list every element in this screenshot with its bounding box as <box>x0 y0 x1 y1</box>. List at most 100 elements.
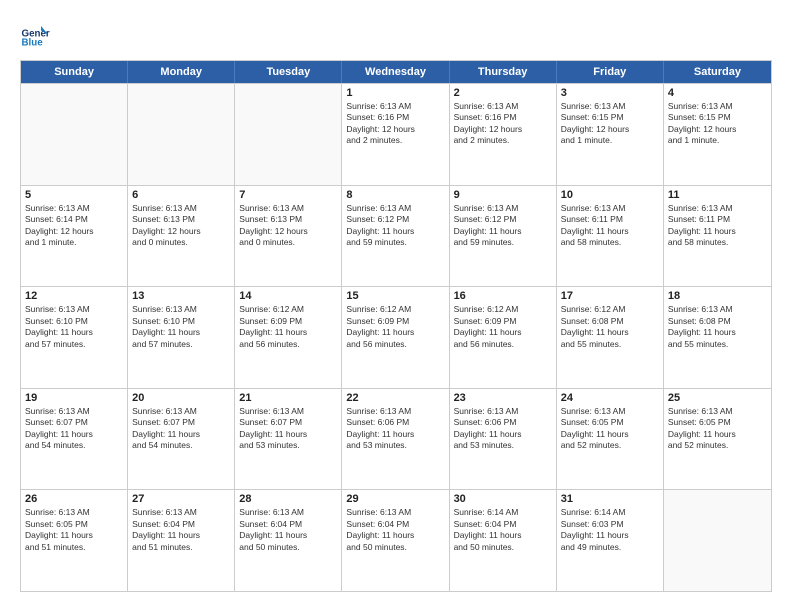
cell-info: Sunrise: 6:13 AM Sunset: 6:10 PM Dayligh… <box>132 304 230 350</box>
day-number: 25 <box>668 392 767 404</box>
day-number: 23 <box>454 392 552 404</box>
calendar-cell: 4Sunrise: 6:13 AM Sunset: 6:15 PM Daylig… <box>664 84 771 185</box>
calendar-cell: 25 Sunrise: 6:13 AM Sunset: 6:05 PM Dayli… <box>664 389 771 490</box>
cell-info: Sunrise: 6:13 AM Sunset: 6:05 PM Dayligh… <box>561 406 659 452</box>
weekday-header-thursday: Thursday <box>450 61 557 83</box>
calendar-cell <box>664 490 771 591</box>
cell-info: Sunrise: 6:13 AM Sunset: 6:11 PM Dayligh… <box>561 203 659 249</box>
calendar-row-1: 1 Sunrise: 6:13 AM Sunset: 6:16 PM Daylig… <box>21 83 771 185</box>
day-number: 8 <box>346 189 444 201</box>
cell-info: Sunrise: 6:13 AM Sunset: 6:13 PM Dayligh… <box>239 203 337 249</box>
day-number: 17 <box>561 290 659 302</box>
cell-info: Sunrise: 6:13 AM Sunset: 6:04 PM Dayligh… <box>346 507 444 553</box>
calendar-row-3: 12 Sunrise: 6:13 AM Sunset: 6:10 PM Dayli… <box>21 286 771 388</box>
weekday-header-tuesday: Tuesday <box>235 61 342 83</box>
cell-info: Sunrise: 6:13 AM Sunset: 6:04 PM Dayligh… <box>132 507 230 553</box>
day-number: 21 <box>239 392 337 404</box>
cell-info: Sunrise: 6:13 AM Sunset: 6:04 PM Dayligh… <box>239 507 337 553</box>
calendar-cell: 13 Sunrise: 6:13 AM Sunset: 6:10 PM Dayli… <box>128 287 235 388</box>
day-number: 26 <box>25 493 123 505</box>
cell-info: Sunrise: 6:13 AM Sunset: 6:07 PM Dayligh… <box>239 406 337 452</box>
cell-info: Sunrise: 6:13 AM Sunset: 6:06 PM Dayligh… <box>346 406 444 452</box>
calendar-cell: 17 Sunrise: 6:12 AM Sunset: 6:08 PM Dayli… <box>557 287 664 388</box>
day-number: 20 <box>132 392 230 404</box>
cell-info: Sunrise: 6:13 AM Sunset: 6:05 PM Dayligh… <box>668 406 767 452</box>
day-number: 13 <box>132 290 230 302</box>
calendar-cell: 15 Sunrise: 6:12 AM Sunset: 6:09 PM Dayli… <box>342 287 449 388</box>
day-number: 7 <box>239 189 337 201</box>
svg-text:Blue: Blue <box>22 38 44 49</box>
calendar-cell <box>128 84 235 185</box>
calendar-body: 1 Sunrise: 6:13 AM Sunset: 6:16 PM Daylig… <box>21 83 771 591</box>
day-number: 27 <box>132 493 230 505</box>
calendar-cell: 18 Sunrise: 6:13 AM Sunset: 6:08 PM Dayli… <box>664 287 771 388</box>
calendar-cell <box>235 84 342 185</box>
cell-info: Sunrise: 6:13 AM Sunset: 6:16 PM Dayligh… <box>454 101 552 147</box>
cell-info: Sunrise: 6:14 AM Sunset: 6:04 PM Dayligh… <box>454 507 552 553</box>
weekday-header-monday: Monday <box>128 61 235 83</box>
day-number: 5 <box>25 189 123 201</box>
day-number: 1 <box>346 87 444 99</box>
calendar-cell: 1 Sunrise: 6:13 AM Sunset: 6:16 PM Daylig… <box>342 84 449 185</box>
cell-info: Sunrise: 6:14 AM Sunset: 6:03 PM Dayligh… <box>561 507 659 553</box>
calendar-row-2: 5Sunrise: 6:13 AM Sunset: 6:14 PM Daylig… <box>21 185 771 287</box>
logo-icon: General Blue <box>20 20 50 50</box>
cell-info: Sunrise: 6:13 AM Sunset: 6:06 PM Dayligh… <box>454 406 552 452</box>
weekday-header-wednesday: Wednesday <box>342 61 449 83</box>
calendar-cell: 31 Sunrise: 6:14 AM Sunset: 6:03 PM Dayli… <box>557 490 664 591</box>
cell-info: Sunrise: 6:13 AM Sunset: 6:16 PM Dayligh… <box>346 101 444 147</box>
calendar-cell: 30Sunrise: 6:14 AM Sunset: 6:04 PM Dayli… <box>450 490 557 591</box>
calendar-cell: 8Sunrise: 6:13 AM Sunset: 6:12 PM Daylig… <box>342 186 449 287</box>
calendar-cell: 26Sunrise: 6:13 AM Sunset: 6:05 PM Dayli… <box>21 490 128 591</box>
day-number: 15 <box>346 290 444 302</box>
day-number: 3 <box>561 87 659 99</box>
calendar-cell: 7 Sunrise: 6:13 AM Sunset: 6:13 PM Daylig… <box>235 186 342 287</box>
weekday-header-friday: Friday <box>557 61 664 83</box>
day-number: 18 <box>668 290 767 302</box>
calendar-cell: 22 Sunrise: 6:13 AM Sunset: 6:06 PM Dayli… <box>342 389 449 490</box>
calendar-cell <box>21 84 128 185</box>
day-number: 9 <box>454 189 552 201</box>
calendar-cell: 27 Sunrise: 6:13 AM Sunset: 6:04 PM Dayli… <box>128 490 235 591</box>
calendar-row-5: 26Sunrise: 6:13 AM Sunset: 6:05 PM Dayli… <box>21 489 771 591</box>
day-number: 10 <box>561 189 659 201</box>
calendar-header: SundayMondayTuesdayWednesdayThursdayFrid… <box>21 61 771 83</box>
calendar-cell: 3Sunrise: 6:13 AM Sunset: 6:15 PM Daylig… <box>557 84 664 185</box>
day-number: 28 <box>239 493 337 505</box>
page-header: General Blue <box>20 20 772 50</box>
cell-info: Sunrise: 6:12 AM Sunset: 6:09 PM Dayligh… <box>346 304 444 350</box>
calendar-cell: 2 Sunrise: 6:13 AM Sunset: 6:16 PM Daylig… <box>450 84 557 185</box>
cell-info: Sunrise: 6:13 AM Sunset: 6:12 PM Dayligh… <box>454 203 552 249</box>
weekday-header-sunday: Sunday <box>21 61 128 83</box>
calendar-cell: 21 Sunrise: 6:13 AM Sunset: 6:07 PM Dayli… <box>235 389 342 490</box>
calendar-cell: 14 Sunrise: 6:12 AM Sunset: 6:09 PM Dayli… <box>235 287 342 388</box>
logo: General Blue <box>20 20 54 50</box>
calendar-cell: 24Sunrise: 6:13 AM Sunset: 6:05 PM Dayli… <box>557 389 664 490</box>
cell-info: Sunrise: 6:13 AM Sunset: 6:08 PM Dayligh… <box>668 304 767 350</box>
calendar: SundayMondayTuesdayWednesdayThursdayFrid… <box>20 60 772 592</box>
day-number: 19 <box>25 392 123 404</box>
day-number: 14 <box>239 290 337 302</box>
cell-info: Sunrise: 6:13 AM Sunset: 6:10 PM Dayligh… <box>25 304 123 350</box>
day-number: 12 <box>25 290 123 302</box>
calendar-cell: 12 Sunrise: 6:13 AM Sunset: 6:10 PM Dayli… <box>21 287 128 388</box>
calendar-row-4: 19 Sunrise: 6:13 AM Sunset: 6:07 PM Dayli… <box>21 388 771 490</box>
day-number: 31 <box>561 493 659 505</box>
calendar-cell: 29 Sunrise: 6:13 AM Sunset: 6:04 PM Dayli… <box>342 490 449 591</box>
cell-info: Sunrise: 6:13 AM Sunset: 6:07 PM Dayligh… <box>132 406 230 452</box>
day-number: 22 <box>346 392 444 404</box>
day-number: 4 <box>668 87 767 99</box>
cell-info: Sunrise: 6:12 AM Sunset: 6:09 PM Dayligh… <box>454 304 552 350</box>
day-number: 29 <box>346 493 444 505</box>
cell-info: Sunrise: 6:12 AM Sunset: 6:09 PM Dayligh… <box>239 304 337 350</box>
day-number: 11 <box>668 189 767 201</box>
cell-info: Sunrise: 6:13 AM Sunset: 6:13 PM Dayligh… <box>132 203 230 249</box>
day-number: 16 <box>454 290 552 302</box>
calendar-cell: 28 Sunrise: 6:13 AM Sunset: 6:04 PM Dayli… <box>235 490 342 591</box>
day-number: 2 <box>454 87 552 99</box>
cell-info: Sunrise: 6:12 AM Sunset: 6:08 PM Dayligh… <box>561 304 659 350</box>
calendar-cell: 10 Sunrise: 6:13 AM Sunset: 6:11 PM Dayli… <box>557 186 664 287</box>
calendar-cell: 11Sunrise: 6:13 AM Sunset: 6:11 PM Dayli… <box>664 186 771 287</box>
cell-info: Sunrise: 6:13 AM Sunset: 6:07 PM Dayligh… <box>25 406 123 452</box>
calendar-cell: 23 Sunrise: 6:13 AM Sunset: 6:06 PM Dayli… <box>450 389 557 490</box>
